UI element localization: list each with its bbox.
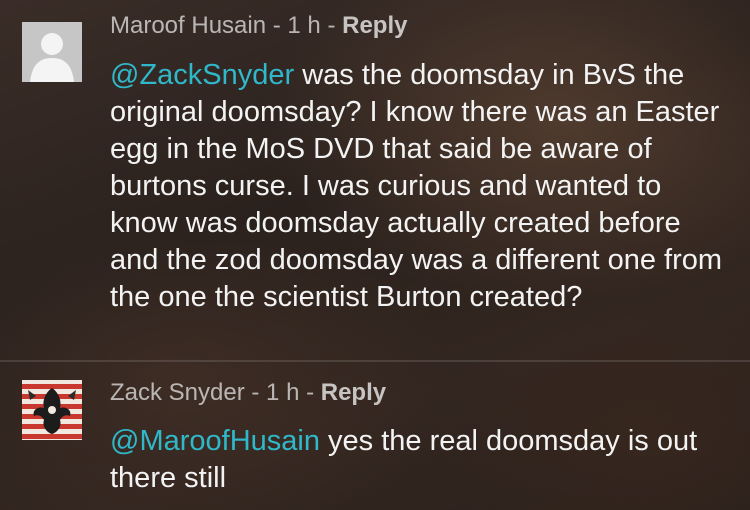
comment-text: @MaroofHusain yes the real doomsday is o… — [110, 423, 730, 497]
comment-item: Zack Snyder - 1 h - Reply @MaroofHusain … — [0, 362, 750, 510]
avatar-crest-icon[interactable] — [22, 380, 82, 440]
meta-separator: - — [320, 12, 343, 39]
meta-separator: - — [266, 12, 288, 39]
mention-link[interactable]: @MaroofHusain — [110, 425, 320, 457]
comment-body: was the doomsday in BvS the original doo… — [110, 59, 723, 313]
comment-time: 1 h — [287, 12, 321, 39]
comment-meta: Maroof Husain - 1 h - Reply — [110, 12, 407, 40]
meta-separator: - — [299, 379, 321, 406]
reply-button[interactable]: Reply — [342, 12, 407, 39]
reply-button[interactable]: Reply — [321, 379, 386, 406]
comment-time: 1 h — [266, 379, 300, 406]
comment-text: @ZackSnyder was the doomsday in BvS the … — [110, 57, 730, 316]
meta-separator: - — [244, 379, 267, 406]
comment-author[interactable]: Maroof Husain — [110, 12, 266, 39]
comment-author[interactable]: Zack Snyder — [110, 379, 245, 406]
avatar-default-icon[interactable] — [22, 22, 82, 82]
comment-meta: Zack Snyder - 1 h - Reply — [110, 379, 386, 407]
comment-item: Maroof Husain - 1 h - Reply @ZackSnyder … — [0, 0, 750, 360]
mention-link[interactable]: @ZackSnyder — [110, 59, 294, 91]
